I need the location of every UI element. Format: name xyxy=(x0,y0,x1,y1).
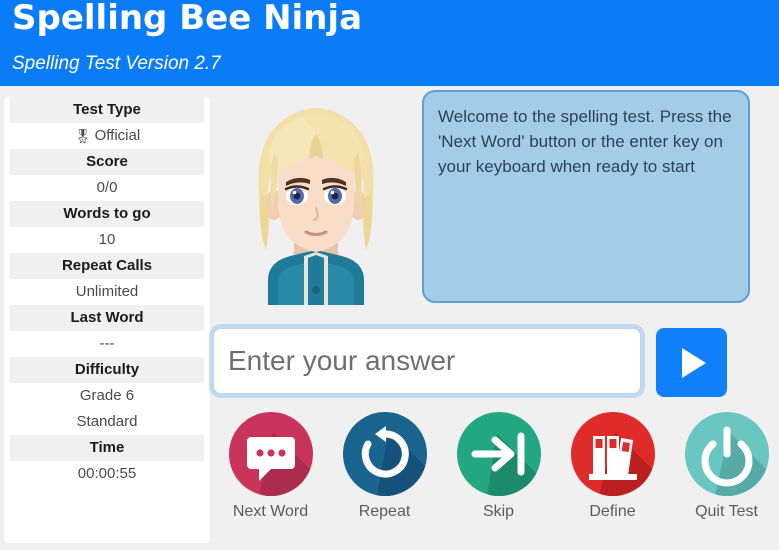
quit-test-button[interactable]: Quit Test xyxy=(669,412,779,521)
info-value-difficulty-grade: Grade 6 xyxy=(10,383,204,409)
info-label-words-to-go: Words to go xyxy=(10,201,204,227)
arrow-to-bar-icon xyxy=(456,412,541,496)
app-title: Spelling Bee Ninja xyxy=(12,0,363,38)
info-value-time: 00:00:55 xyxy=(10,461,204,487)
info-value-difficulty-type: Standard xyxy=(10,409,204,435)
info-value-score: 0/0 xyxy=(10,175,204,201)
student-avatar xyxy=(216,90,416,305)
books-icon xyxy=(570,412,655,496)
power-icon xyxy=(684,412,769,496)
define-label: Define xyxy=(589,503,636,520)
info-value-last-word: --- xyxy=(10,331,204,357)
app-header: Spelling Bee Ninja Spelling Test Version… xyxy=(0,0,779,86)
skip-label: Skip xyxy=(482,503,515,520)
repeat-label: Repeat xyxy=(358,503,411,520)
answer-row xyxy=(213,325,773,403)
next-word-button[interactable]: Next Word xyxy=(213,412,328,521)
next-word-label: Next Word xyxy=(232,503,309,520)
info-value-test-type-text: Official xyxy=(94,127,141,144)
info-label-repeat-calls: Repeat Calls xyxy=(10,253,204,279)
action-buttons: Next Word Repeat Skip Define Quit Test xyxy=(213,412,779,547)
info-label-last-word: Last Word xyxy=(10,305,204,331)
award-rosette-icon: 🎖 xyxy=(73,128,92,144)
info-value-repeat-calls: Unlimited xyxy=(10,279,204,305)
app-subtitle: Spelling Test Version 2.7 xyxy=(12,53,221,74)
info-value-words-to-go: 10 xyxy=(10,227,204,253)
skip-button[interactable]: Skip xyxy=(441,412,556,521)
quit-test-label: Quit Test xyxy=(695,503,758,520)
rotate-ccw-icon xyxy=(342,412,427,496)
info-label-time: Time xyxy=(10,435,204,461)
define-button[interactable]: Define xyxy=(555,412,670,521)
info-label-difficulty: Difficulty xyxy=(10,357,204,383)
info-value-test-type: 🎖 Official xyxy=(10,123,204,149)
test-info-panel: Test Type 🎖 Official Score 0/0 Words to g… xyxy=(4,97,210,543)
info-label-score: Score xyxy=(10,149,204,175)
info-label-test-type: Test Type xyxy=(10,97,204,123)
speech-bubble-icon xyxy=(228,412,313,496)
answer-input[interactable] xyxy=(213,328,641,394)
repeat-button[interactable]: Repeat xyxy=(327,412,442,521)
play-audio-button[interactable] xyxy=(656,328,727,397)
play-triangle-icon xyxy=(682,347,706,378)
message-box: Welcome to the spelling test. Press the … xyxy=(422,90,750,303)
